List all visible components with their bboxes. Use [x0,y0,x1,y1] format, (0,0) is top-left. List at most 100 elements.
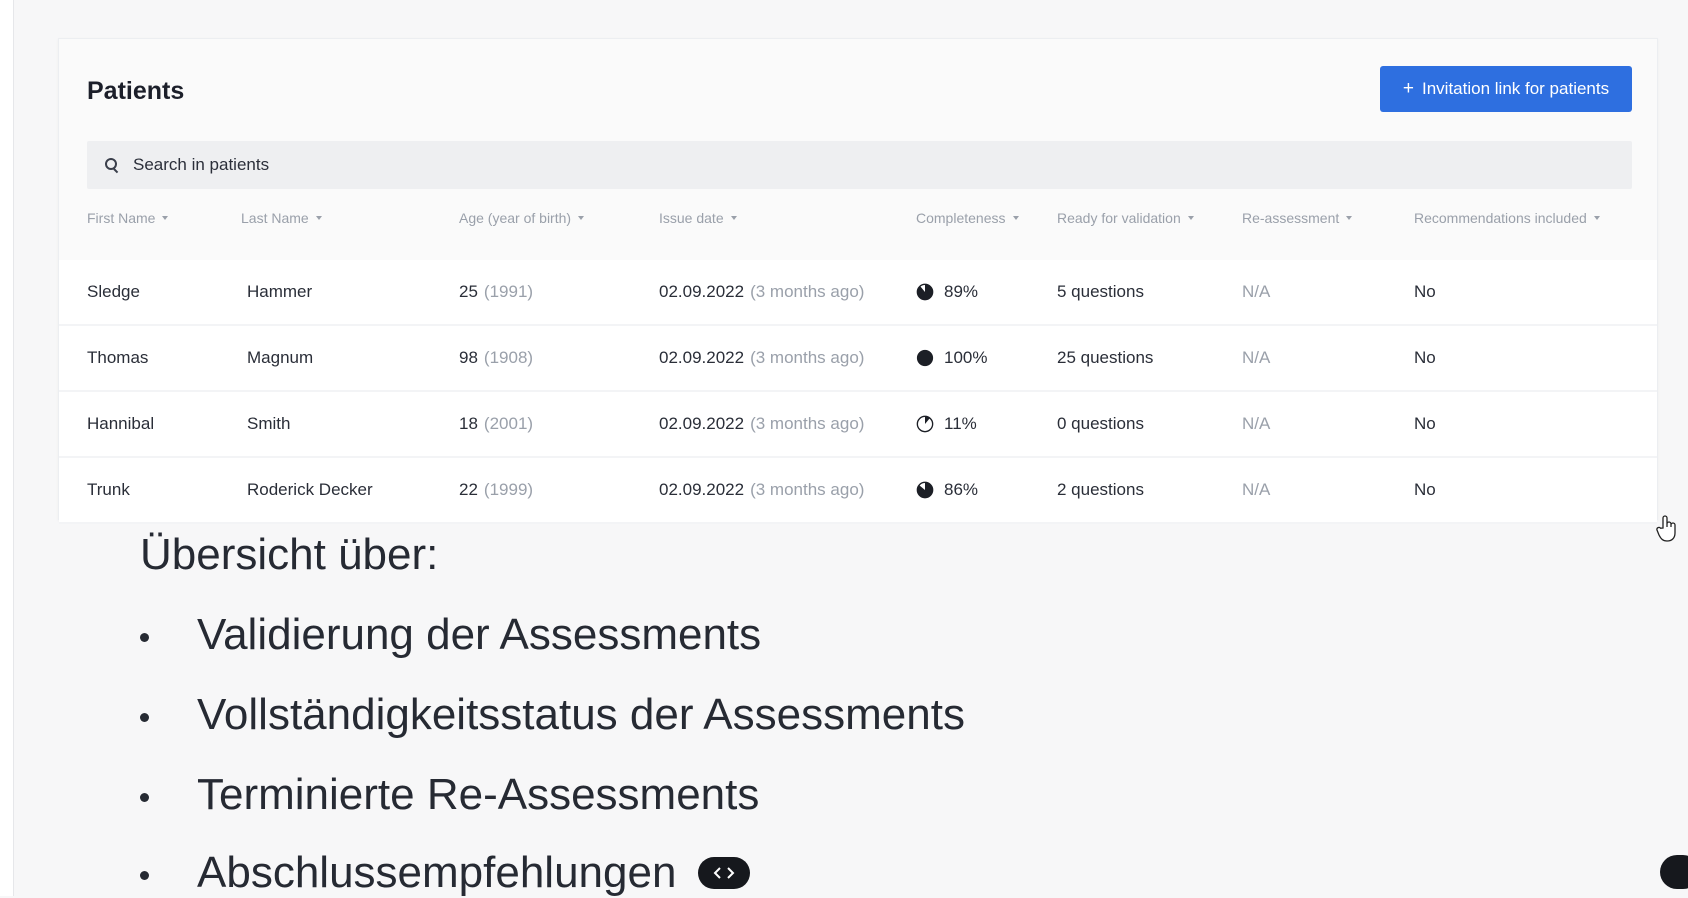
completeness-cell: 11% [916,392,977,456]
column-header-completeness[interactable]: Completeness [916,210,1019,226]
age-cell: 18 (2001) [459,392,533,456]
column-header-ready-for-validation[interactable]: Ready for validation [1057,210,1194,226]
slide-bullet: Terminierte Re-Assessments [140,770,759,820]
completeness-value: 100% [944,348,988,367]
bullet-text: Validierung der Assessments [197,610,762,659]
recommendations-cell: No [1414,480,1436,499]
column-label: Ready for validation [1057,210,1181,226]
column-header-last-name[interactable]: Last Name [241,210,322,226]
table-row[interactable]: Sledge Hammer 25 (1991) 02.09.2022 (3 mont… [59,260,1657,326]
patients-table-body: Sledge Hammer 25 (1991) 02.09.2022 (3 mont… [59,260,1657,524]
recommendations-cell: No [1414,414,1436,433]
bullet-text: Terminierte Re-Assessments [197,770,760,819]
relative-time: (3 months ago) [750,348,865,367]
column-header-issue-date[interactable]: Issue date [659,210,737,226]
sort-caret-icon [1346,216,1353,220]
issue-date-value: 02.09.2022 [659,282,745,301]
plus-icon: + [1402,78,1414,99]
re-assessment-cell: N/A [1242,282,1271,301]
page-title: Patients [87,77,185,105]
age-value: 98 [459,348,478,367]
pie-progress-icon [916,415,934,433]
column-label: Issue date [659,210,724,226]
sort-caret-icon [1012,216,1019,220]
recommendations-cell: No [1414,348,1436,367]
table-row[interactable]: Thomas Magnum 98 (1908) 02.09.2022 (3 mont… [59,326,1657,392]
corner-control-icon[interactable] [1660,855,1688,889]
re-assessment-cell: N/A [1242,348,1271,367]
completeness-value: 86% [944,480,979,499]
birth-year: (1908) [483,348,534,367]
age-value: 22 [459,480,478,499]
last-name-cell: Smith [247,414,291,433]
first-name-cell: Trunk [87,480,130,499]
ready-for-validation-cell: 0 questions [1057,414,1144,433]
pie-progress-icon [916,283,934,301]
column-header-age[interactable]: Age (year of birth) [459,210,585,226]
slide-bullet: Abschlussempfehlungen [140,848,751,898]
search-bar[interactable] [87,141,1632,189]
recommendations-cell: No [1414,282,1436,301]
completeness-value: 11% [944,414,977,433]
column-label: First Name [87,210,156,226]
ready-for-validation-cell: 5 questions [1057,282,1144,301]
sort-caret-icon [315,216,322,220]
pie-progress-icon [916,349,934,367]
pie-progress-icon [916,481,934,499]
age-cell: 22 (1999) [459,458,533,522]
column-label: Recommendations included [1414,210,1587,226]
invitation-link-button[interactable]: + Invitation link for patients [1380,66,1632,112]
table-row[interactable]: Hannibal Smith 18 (2001) 02.09.2022 (3 mon… [59,392,1657,458]
last-name-cell: Hammer [247,282,313,301]
re-assessment-cell: N/A [1242,414,1271,433]
last-name-cell: Roderick Decker [247,480,373,499]
bullet-dot [140,632,149,642]
table-header: First Name Last Name Age (year of birth)… [59,210,1657,246]
completeness-cell: 89% [916,260,978,324]
birth-year: (1991) [483,282,534,301]
ready-for-validation-cell: 25 questions [1057,348,1154,367]
hand-cursor-icon [1656,514,1680,549]
completeness-cell: 86% [916,458,978,522]
column-header-recommendations[interactable]: Recommendations included [1414,210,1600,226]
first-name-cell: Sledge [87,282,140,301]
birth-year: (1999) [483,480,534,499]
invitation-link-label: Invitation link for patients [1422,79,1610,98]
ready-for-validation-cell: 2 questions [1057,480,1144,499]
re-assessment-cell: N/A [1242,480,1271,499]
column-header-re-assessment[interactable]: Re-assessment [1242,210,1353,226]
slide-bullet: Vollständigkeitsstatus der Assessments [140,690,965,740]
bullet-dot [140,870,149,880]
bullet-text: Abschlussempfehlungen [197,848,677,897]
column-label: Age (year of birth) [459,210,572,226]
slide-overlay: Übersicht über: Validierung der Assessme… [0,520,1688,898]
age-cell: 98 (1908) [459,326,533,390]
column-header-first-name[interactable]: First Name [87,210,169,226]
relative-time: (3 months ago) [750,282,865,301]
sort-caret-icon [1593,216,1600,220]
column-label: Completeness [916,210,1006,226]
search-input[interactable] [131,154,1535,176]
relative-time: (3 months ago) [750,480,865,499]
bullet-text: Vollständigkeitsstatus der Assessments [197,690,965,739]
issue-date-value: 02.09.2022 [659,414,745,433]
slide-title: Übersicht über: [140,530,439,579]
issue-date-cell: 02.09.2022 (3 months ago) [659,458,864,522]
issue-date-cell: 02.09.2022 (3 months ago) [659,260,864,324]
search-icon [105,158,119,174]
last-name-cell: Magnum [247,348,314,367]
table-row[interactable]: Trunk Roderick Decker 22 (1999) 02.09.202… [59,458,1657,524]
issue-date-cell: 02.09.2022 (3 months ago) [659,326,864,390]
completeness-value: 89% [944,282,979,301]
birth-year: (2001) [483,414,534,433]
first-name-cell: Hannibal [87,414,155,433]
bullet-dot [140,712,149,722]
age-cell: 25 (1991) [459,260,533,324]
patients-card: Patients + Invitation link for patients … [58,38,1658,524]
column-label: Last Name [241,210,309,226]
first-name-cell: Thomas [87,348,149,367]
sort-caret-icon [578,216,585,220]
code-arrows-icon[interactable] [698,857,751,889]
completeness-cell: 100% [916,326,987,390]
column-label: Re-assessment [1242,210,1340,226]
